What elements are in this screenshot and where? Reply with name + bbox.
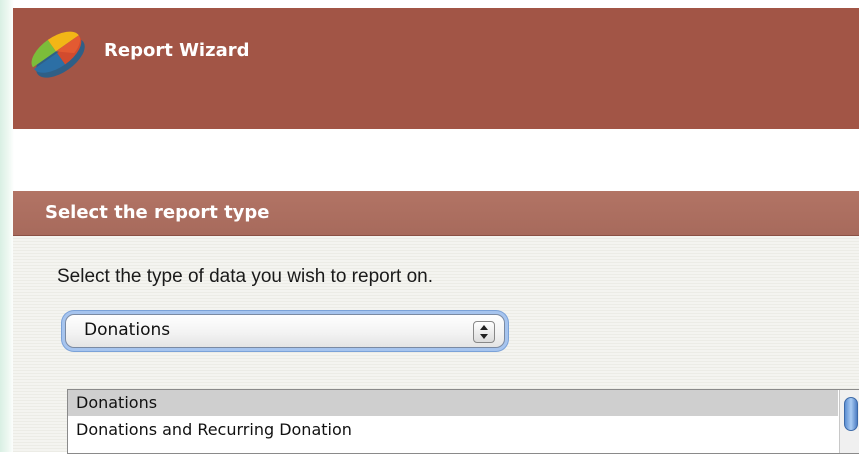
report-type-panel: Select the report type Select the type o… <box>13 191 859 454</box>
app-title: Report Wizard <box>104 40 250 61</box>
instruction-text: Select the type of data you wish to repo… <box>57 266 434 287</box>
listbox-scrollbar[interactable] <box>839 390 859 453</box>
report-type-listbox[interactable]: Donations Donations and Recurring Donati… <box>67 389 859 454</box>
panel-header: Select the report type <box>13 191 859 235</box>
panel-title: Select the report type <box>45 202 270 223</box>
report-type-select[interactable]: Donations <box>65 314 505 348</box>
window-edge-glow <box>0 0 14 452</box>
updown-arrows-icon <box>473 321 495 343</box>
select-value: Donations <box>84 320 171 340</box>
list-item-donations[interactable]: Donations <box>68 390 838 416</box>
pie-chart-logo-icon <box>31 31 85 78</box>
app-header <box>13 8 859 129</box>
list-item-donations-recurring[interactable]: Donations and Recurring Donation <box>68 417 838 443</box>
scrollbar-thumb[interactable] <box>844 397 858 431</box>
